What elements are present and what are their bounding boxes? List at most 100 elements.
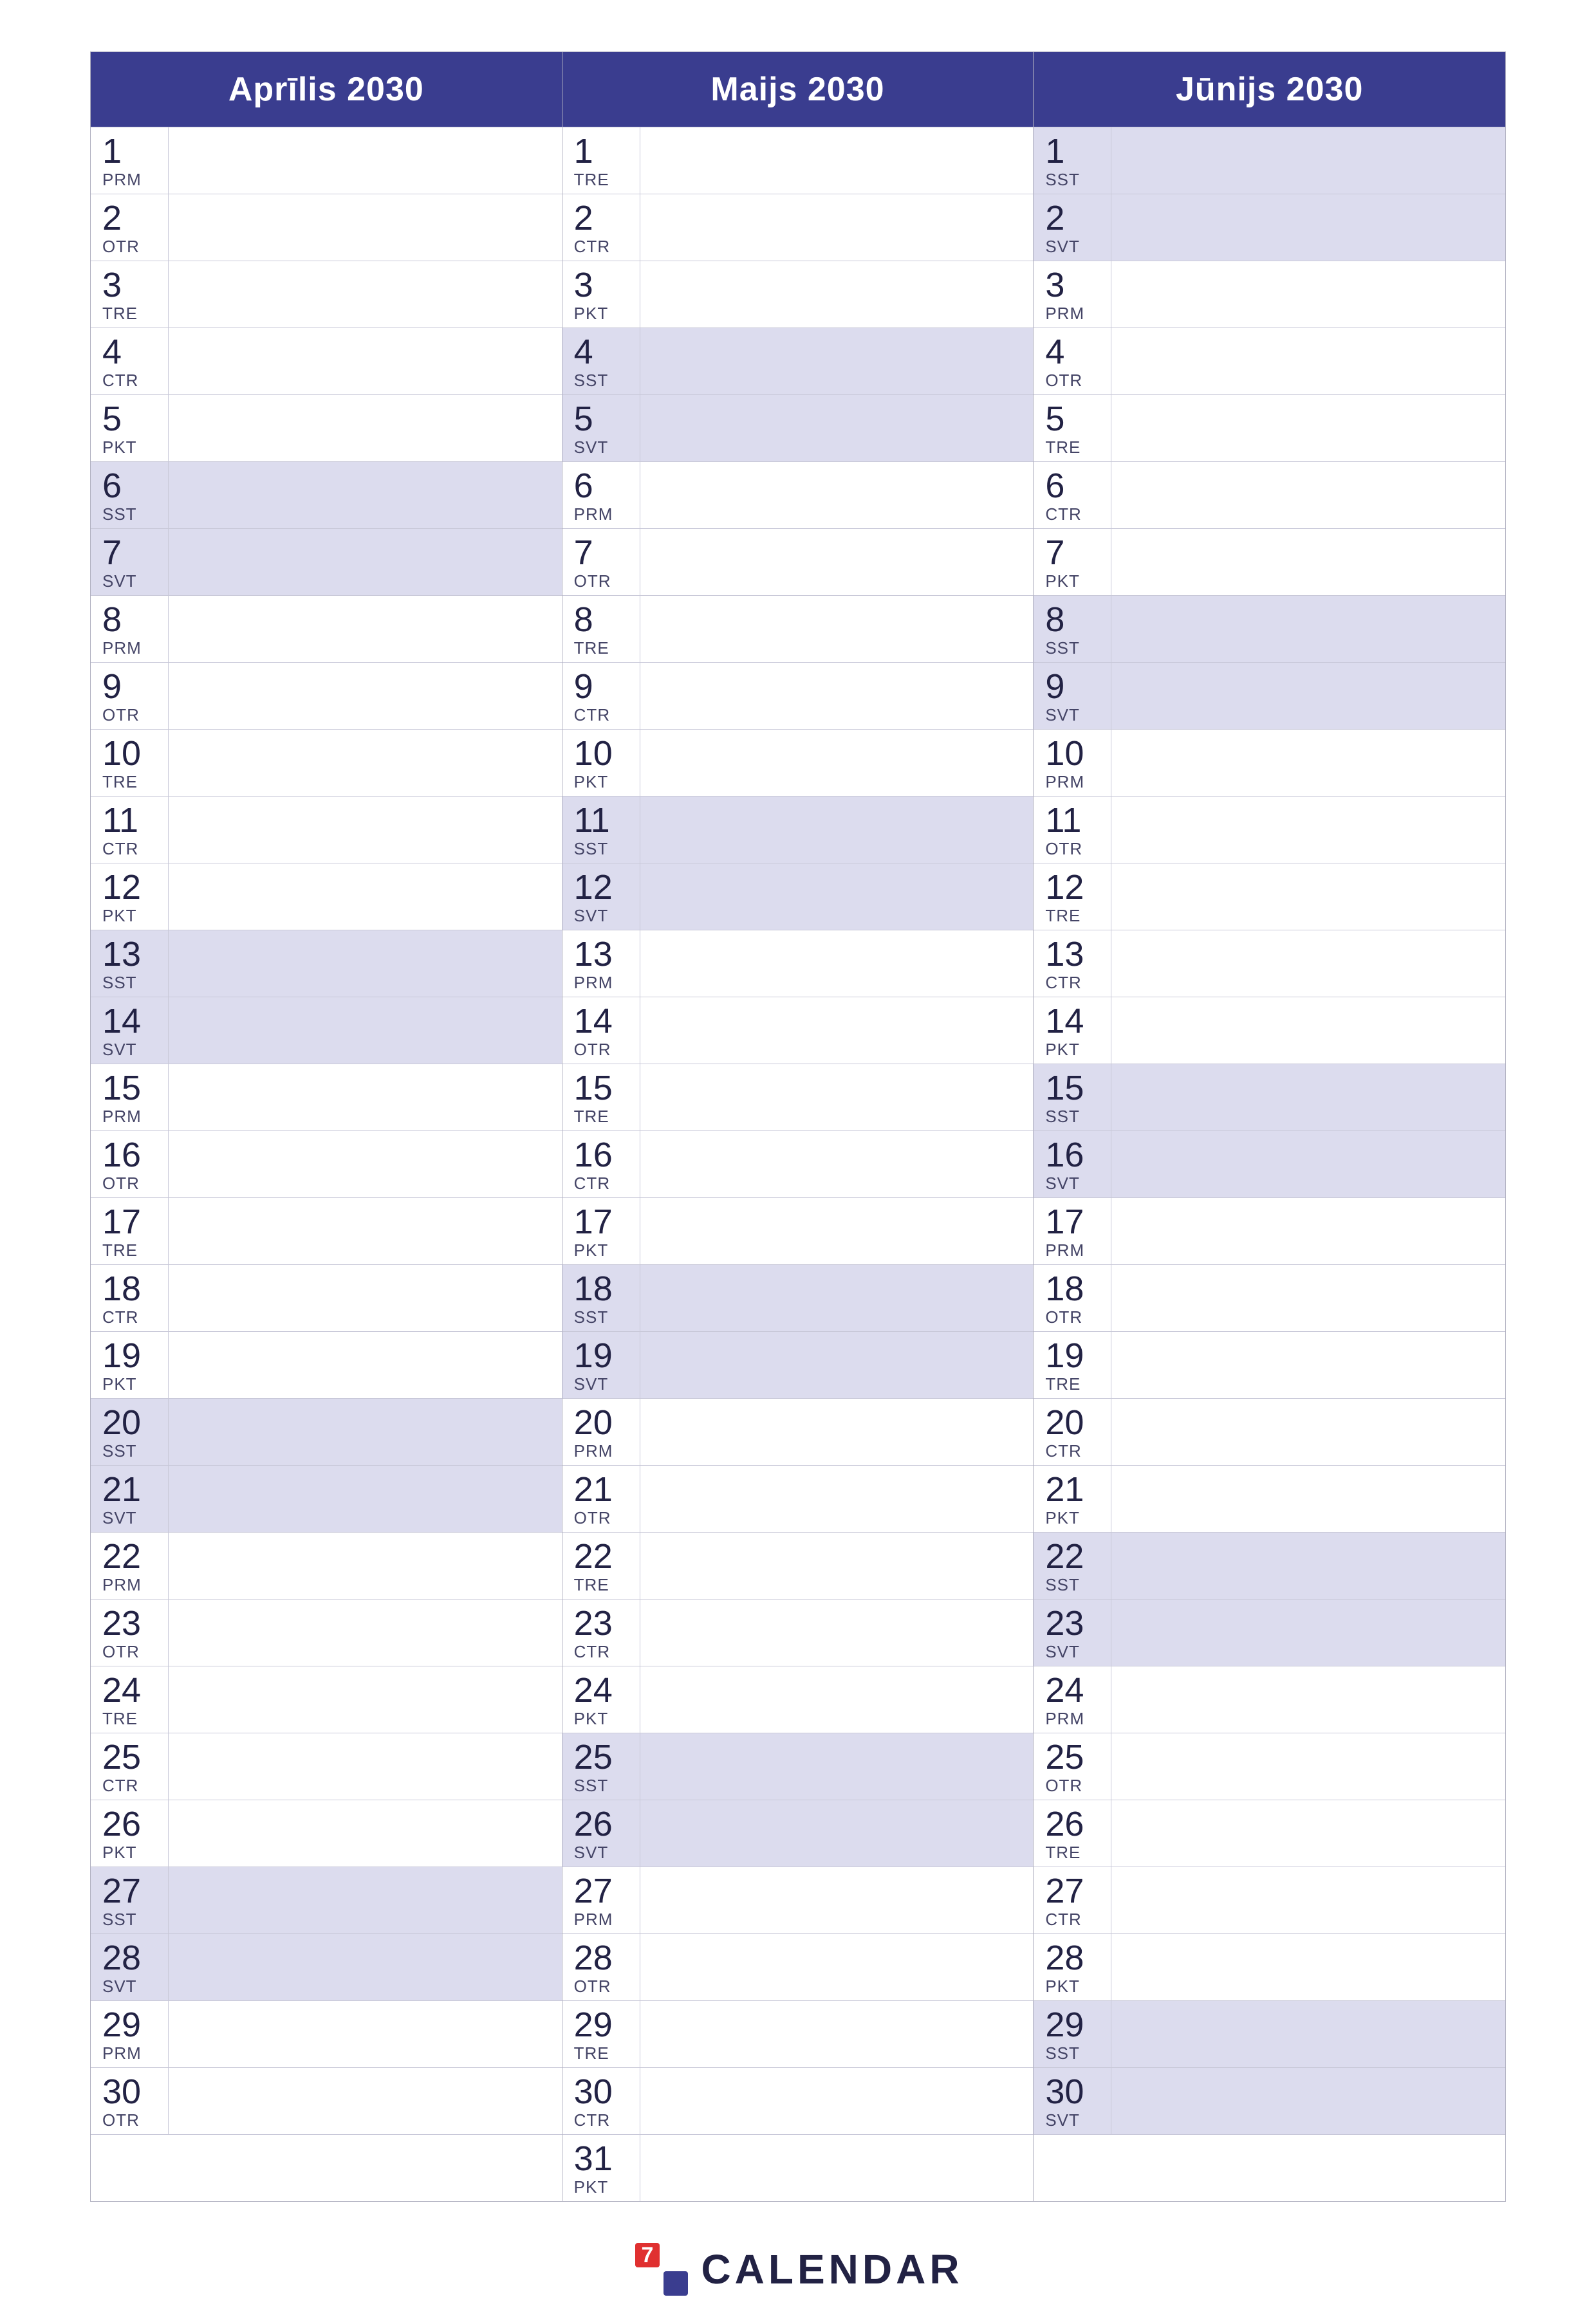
day-abbr: CTR [102,371,138,391]
day-abbr: SST [1045,1575,1080,1595]
day-row: 27SST [91,1867,562,1933]
day-row: 8SST [1034,595,1505,662]
day-number: 16 [102,1138,141,1172]
day-content [640,395,1034,461]
day-content [168,1399,562,1465]
day-abbr: PRM [574,1441,613,1461]
day-abbr: SVT [574,1843,609,1863]
day-row: 20PRM [562,1398,1034,1465]
day-content [1111,997,1505,1064]
day-number: 16 [1045,1138,1084,1172]
month-header-april: Aprīlis 2030 [91,52,562,127]
day-row: 13SST [91,930,562,997]
day-number-block: 19TRE [1034,1332,1111,1398]
month-column-may: Maijs 20301TRE2CTR3PKT4SST5SVT6PRM7OTR8T… [562,52,1034,2201]
day-content [640,1131,1034,1197]
day-row: 14OTR [562,997,1034,1064]
day-row: 4SST [562,327,1034,394]
day-row: 11CTR [91,796,562,863]
day-row: 18OTR [1034,1264,1505,1331]
day-abbr: PKT [574,772,609,792]
day-content [168,1198,562,1264]
day-row: 11SST [562,796,1034,863]
day-number: 7 [1045,535,1064,570]
day-abbr: TRE [574,2043,609,2063]
day-row: 10TRE [91,729,562,796]
day-content [640,2135,1034,2201]
day-number-block: 24PRM [1034,1666,1111,1733]
day-row: 14SVT [91,997,562,1064]
day-abbr: PRM [102,1107,142,1127]
day-row: 12SVT [562,863,1034,930]
day-number-block: 6PRM [562,462,640,528]
day-content [1111,1064,1505,1130]
day-row: 4CTR [91,327,562,394]
day-number: 3 [574,268,593,302]
day-content [168,1131,562,1197]
day-content [1111,1867,1505,1933]
day-abbr: PRM [574,1910,613,1930]
day-number: 15 [574,1071,613,1105]
day-number: 5 [1045,401,1064,436]
day-row: 30OTR [91,2067,562,2134]
day-abbr: SVT [1045,237,1080,257]
day-content [640,930,1034,997]
day-row: 27PRM [562,1867,1034,1933]
day-number-block: 28OTR [562,1934,640,2000]
day-row: 26TRE [1034,1800,1505,1867]
day-number: 26 [574,1807,613,1841]
day-number: 6 [1045,468,1064,503]
day-abbr: SST [574,839,609,859]
day-number: 25 [574,1740,613,1775]
day-number-block: 13SST [91,930,168,997]
day-number: 27 [1045,1874,1084,1908]
day-number: 19 [1045,1338,1084,1373]
day-number-block: 1SST [1034,127,1111,194]
day-number-block: 10PKT [562,730,640,796]
day-abbr: SVT [102,1977,137,1997]
day-number-block: 10PRM [1034,730,1111,796]
day-row: 5SVT [562,394,1034,461]
day-abbr: PKT [1045,1977,1080,1997]
day-abbr: CTR [1045,1441,1081,1461]
day-number-block: 27SST [91,1867,168,1933]
day-row: 1PRM [91,127,562,194]
day-number: 19 [574,1338,613,1373]
day-content [168,663,562,729]
day-number-block: 17PKT [562,1198,640,1264]
day-content [640,730,1034,796]
day-content [168,730,562,796]
day-abbr: TRE [102,1240,138,1260]
day-number: 28 [574,1941,613,1975]
day-row: 1SST [1034,127,1505,194]
day-row: 22PRM [91,1532,562,1599]
brand-logo: 7 CALENDAR [633,2240,963,2298]
day-row: 21OTR [562,1465,1034,1532]
day-content [168,797,562,863]
day-number: 15 [1045,1071,1084,1105]
day-content [1111,2001,1505,2067]
day-content [640,328,1034,394]
day-number-block: 22SST [1034,1533,1111,1599]
day-number-block: 1PRM [91,127,168,194]
day-abbr: PKT [1045,1040,1080,1060]
day-number-block: 16SVT [1034,1131,1111,1197]
day-number: 22 [574,1539,613,1574]
day-abbr: CTR [1045,1910,1081,1930]
day-content [168,1265,562,1331]
day-number: 4 [102,335,122,369]
day-number: 24 [574,1673,613,1708]
day-content [168,127,562,194]
day-number: 2 [574,201,593,235]
day-number-block: 7PKT [1034,529,1111,595]
day-number: 23 [102,1606,141,1641]
day-number: 4 [574,335,593,369]
day-number: 12 [574,870,613,905]
day-abbr: SST [102,1441,137,1461]
day-number: 12 [102,870,141,905]
day-content [1111,462,1505,528]
day-number: 26 [102,1807,141,1841]
day-row: 25CTR [91,1733,562,1800]
day-content [168,1600,562,1666]
day-number: 10 [574,736,613,771]
